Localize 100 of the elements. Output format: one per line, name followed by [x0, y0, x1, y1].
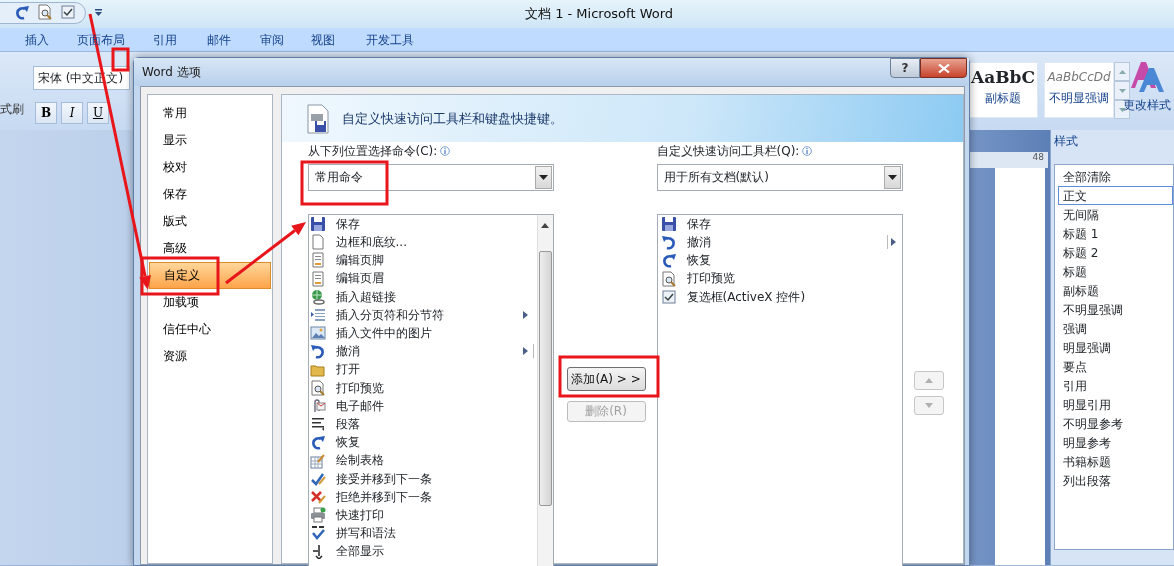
dialog-title: Word 选项 [142, 65, 201, 80]
redo-button[interactable] [14, 4, 30, 20]
field-label: 从下列位置选择命令(C): [307, 143, 438, 159]
close-icon [937, 63, 950, 73]
style-item[interactable]: 全部清除 [1058, 167, 1173, 186]
ribbon-tab[interactable]: 视图 [311, 28, 366, 51]
nav-item[interactable]: 自定义 [149, 262, 271, 289]
nav-item[interactable]: 资源 [149, 343, 271, 370]
list-item[interactable]: 插入分页符和分节符 [308, 305, 536, 325]
ribbon-label[interactable]: 式刷 [0, 102, 24, 117]
info-icon [802, 146, 813, 156]
list-item[interactable]: 快速打印 [308, 506, 536, 525]
nav-item[interactable]: 加载项 [149, 289, 271, 316]
add-button[interactable]: 添加(A) > > [566, 367, 646, 391]
field-label: 自定义快速访问工具栏(Q): [656, 143, 800, 159]
redo-icon [309, 434, 326, 451]
style-sample: AaBbC [970, 66, 1036, 89]
scroll-up-icon [1118, 69, 1126, 74]
style-item[interactable]: 副标题 [1058, 281, 1173, 300]
style-name: 副标题 [985, 91, 1021, 105]
list-item[interactable]: 段落 [308, 415, 536, 434]
nav-item[interactable]: 显示 [149, 127, 271, 154]
ribbon-tab[interactable]: 审阅 [260, 28, 311, 51]
list-item[interactable]: 打开 [308, 360, 536, 379]
style-item[interactable]: 不明显参考 [1058, 414, 1173, 433]
style-gallery-item[interactable]: AaBbCcDd 不明显强调 [1044, 62, 1114, 118]
style-item[interactable]: 强调 [1058, 319, 1173, 338]
image-icon [309, 325, 326, 342]
list-item[interactable]: 保存 [657, 215, 902, 234]
italic-button[interactable]: I [61, 102, 83, 124]
ruler-number: 48 [1032, 152, 1044, 162]
style-item[interactable]: 正文 [1058, 186, 1173, 205]
style-item[interactable]: 不明显强调 [1058, 300, 1173, 319]
customize-dropdown-icon[interactable] [95, 9, 102, 17]
style-item[interactable]: 引用 [1058, 376, 1173, 395]
window-title: 文档 1 - Microsoft Word [525, 6, 674, 22]
list-item[interactable]: 撤消 [657, 233, 902, 252]
style-item[interactable]: 明显参考 [1058, 433, 1173, 452]
list-item[interactable]: 打印预览 [308, 378, 536, 397]
close-button[interactable] [920, 58, 967, 78]
style-item[interactable]: 明显引用 [1058, 395, 1173, 414]
redo-icon [14, 4, 30, 20]
style-item[interactable]: 列出段落 [1058, 471, 1173, 490]
list-item[interactable]: 恢复 [308, 433, 536, 452]
style-item[interactable]: 明显强调 [1058, 338, 1173, 357]
ribbon-tab[interactable]: 引用 [153, 28, 207, 51]
down-arrow-icon [924, 403, 933, 408]
list-item[interactable]: 复选框(ActiveX 控件) [657, 287, 902, 306]
style-item[interactable]: 标题 [1058, 262, 1173, 281]
checkbox-icon [60, 4, 76, 20]
list-item[interactable]: 插入超链接 [308, 287, 536, 306]
nav-item[interactable]: 版式 [149, 208, 271, 235]
list-item[interactable]: 拒绝并移到下一条 [308, 487, 536, 506]
list-item[interactable]: 全部显示 [308, 542, 536, 561]
list-item[interactable]: 编辑页脚 [308, 251, 536, 270]
up-arrow-icon [924, 378, 933, 383]
page-magnifier-icon [660, 270, 677, 287]
undo-icon [309, 343, 326, 360]
list-item[interactable]: 拼写和语法 [308, 524, 536, 543]
ribbon-tab[interactable]: 开发工具 [366, 28, 426, 51]
caret-icon [887, 175, 897, 180]
nav-item[interactable]: 信任中心 [149, 316, 271, 343]
highlight-frame [111, 47, 130, 72]
style-gallery-item[interactable]: AaBbC 副标题 [968, 62, 1038, 118]
style-item[interactable]: 标题 2 [1058, 243, 1173, 262]
pane-title: 样式 [1054, 134, 1079, 150]
style-item[interactable]: 书籍标题 [1058, 452, 1173, 471]
checkbox-button[interactable] [60, 4, 76, 20]
scope-dropdown[interactable]: 用于所有文档(默认) [656, 164, 903, 191]
globe-icon [309, 288, 326, 305]
style-item[interactable]: 标题 1 [1058, 224, 1173, 243]
help-button[interactable]: ? [890, 58, 920, 78]
list-item[interactable]: 编辑页眉 [308, 269, 536, 288]
list-item[interactable]: 恢复 [657, 251, 902, 270]
scrollbar[interactable] [536, 215, 553, 566]
nav-item[interactable]: 常用 [149, 100, 271, 127]
nav-item[interactable]: 校对 [149, 154, 271, 181]
print-preview-button[interactable] [37, 4, 53, 20]
list-item[interactable]: 绘制表格 [308, 451, 536, 470]
list-item[interactable]: 边框和底纹... [308, 233, 536, 252]
cross-icon [309, 488, 326, 505]
paragraph-icon [309, 416, 326, 433]
spelling-icon [309, 525, 326, 542]
underline-button[interactable]: U [87, 102, 109, 124]
nav-item[interactable]: 保存 [149, 181, 271, 208]
bold-button[interactable]: B [35, 102, 57, 124]
list-item[interactable]: 插入文件中的图片 [308, 324, 536, 343]
list-item[interactable]: 保存 [308, 215, 536, 234]
style-item[interactable]: 无间隔 [1058, 205, 1173, 224]
ribbon-tab[interactable]: 插入 [25, 28, 77, 51]
style-item[interactable]: 要点 [1058, 357, 1173, 376]
ribbon-tab[interactable]: 邮件 [207, 28, 260, 51]
undo-icon [660, 234, 677, 251]
change-styles-button[interactable]: 更改样式 [1122, 60, 1172, 113]
list-item[interactable]: 电子邮件 [308, 396, 536, 416]
nav-item[interactable]: 高级 [149, 235, 271, 262]
list-item[interactable]: 接受并移到下一条 [308, 469, 536, 488]
list-item[interactable]: 撤消 [308, 342, 536, 361]
commands-dropdown[interactable]: 常用命令 [307, 164, 554, 191]
list-item[interactable]: 打印预览 [657, 269, 902, 288]
